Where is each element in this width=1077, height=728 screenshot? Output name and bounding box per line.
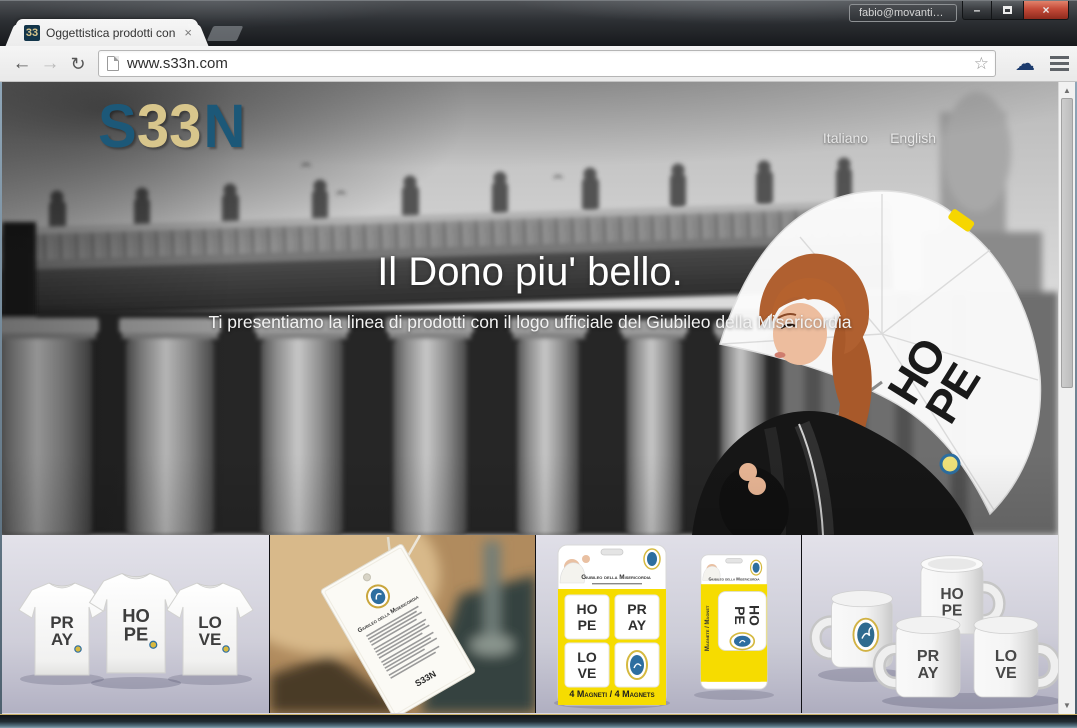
close-button[interactable]: × [1023, 1, 1069, 20]
magnet-tile-love-2: VE [578, 665, 597, 681]
magnets-header-text: Giubileo della Misericordia [581, 574, 651, 581]
tab-title: Oggettistica prodotti con [46, 26, 179, 40]
product-thumbnails: PR AY HO PE LO VE [2, 535, 1058, 713]
thumbnail-tshirts[interactable]: PR AY HO PE LO VE [2, 535, 270, 713]
browser-toolbar: ← → ↻ www.s33n.com ☆ ☁ [0, 46, 1077, 82]
window-controls: – × [962, 1, 1069, 20]
minimize-button[interactable]: – [962, 1, 992, 20]
thumbnail-magnets[interactable]: Giubileo della Misericordia HO PE PR [536, 535, 802, 713]
site-favicon-icon: 33 [24, 25, 40, 41]
hero-title: Il Dono piu' bello. [2, 250, 1058, 295]
mug-hope-line1: HO [940, 586, 963, 603]
magnet-tile-pray-2: AY [628, 617, 647, 633]
profile-badge[interactable]: fabio@movantia... [849, 4, 957, 22]
scroll-up-arrow[interactable]: ▲ [1059, 83, 1075, 98]
address-bar[interactable]: www.s33n.com ☆ [98, 50, 996, 77]
bookmark-star-icon[interactable]: ☆ [974, 54, 989, 74]
magnet2-hope-2: PE [732, 606, 747, 624]
nav-italiano[interactable]: Italiano [823, 130, 868, 146]
site-logo[interactable]: S 33 N [98, 97, 245, 158]
logo-letter-n: N [203, 97, 245, 158]
tshirt-hope-line2: PE [124, 623, 149, 644]
mug-pray-line2: AY [918, 665, 939, 682]
browser-window: 33 Oggettistica prodotti con × fabio@mov… [0, 0, 1077, 728]
browser-tab[interactable]: 33 Oggettistica prodotti con × [16, 19, 198, 46]
magnet-tile-love-1: LO [577, 649, 597, 665]
umbrella-logo-dot [941, 455, 959, 473]
logo-letters-33: 33 [137, 97, 202, 158]
hero-section: HO PE S 33 N Italiano English Il Dono pi… [2, 82, 1058, 535]
page-scrollbar[interactable]: ▲ ▼ [1058, 82, 1075, 714]
magnets-header2-text: Giubileo della Misericordia [709, 577, 761, 582]
scroll-down-arrow[interactable]: ▼ [1059, 698, 1075, 713]
new-tab-button[interactable] [207, 26, 244, 41]
magnets-pack4-label: 4 Magneti / 4 Magnets [569, 689, 654, 699]
window-edge-left [0, 82, 2, 714]
magnet2-hope-1: HO [747, 605, 762, 626]
hamburger-icon [1050, 56, 1069, 71]
thumbnail-mugs[interactable]: HO PE PR AY [802, 535, 1058, 713]
logo-letter-s: S [98, 97, 137, 158]
restore-icon [1003, 6, 1012, 14]
mug-love-line1: LO [995, 648, 1017, 665]
thumbnail-tag[interactable]: Giubileo della Misericordia S33N [270, 535, 536, 713]
menu-button[interactable] [1044, 56, 1074, 71]
url-text[interactable]: www.s33n.com [127, 55, 968, 72]
window-bottom-frame [0, 714, 1077, 728]
page-viewport: HO PE S 33 N Italiano English Il Dono pi… [2, 82, 1075, 714]
hero-subtitle: Ti presentiamo la linea di prodotti con … [2, 312, 1058, 333]
scrollbar-thumb[interactable] [1061, 98, 1073, 388]
cloud-extension-icon[interactable]: ☁ [1010, 51, 1040, 76]
magnet-tile-pray-1: PR [627, 601, 646, 617]
mug-love-line2: VE [995, 665, 1017, 682]
window-titlebar[interactable]: 33 Oggettistica prodotti con × fabio@mov… [0, 0, 1077, 46]
maximize-button[interactable] [992, 1, 1023, 20]
page-icon [107, 56, 119, 71]
tshirt-pray-line2: AY [51, 630, 74, 649]
nav-english[interactable]: English [890, 130, 936, 146]
magnet-tile-hope-2: PE [578, 617, 597, 633]
magnets-pack1-label: Magnete / Magnet [705, 605, 711, 651]
mug-hope-line2: PE [942, 602, 963, 619]
mug-pray-line1: PR [917, 648, 940, 665]
forward-button[interactable]: → [36, 47, 64, 81]
language-nav: Italiano English [823, 130, 936, 146]
tshirt-love-line2: VE [199, 630, 222, 649]
magnet-tile-hope-1: HO [577, 601, 598, 617]
back-button[interactable]: ← [8, 47, 36, 81]
reload-button[interactable]: ↻ [64, 47, 92, 81]
tab-close-icon[interactable]: × [184, 25, 192, 40]
